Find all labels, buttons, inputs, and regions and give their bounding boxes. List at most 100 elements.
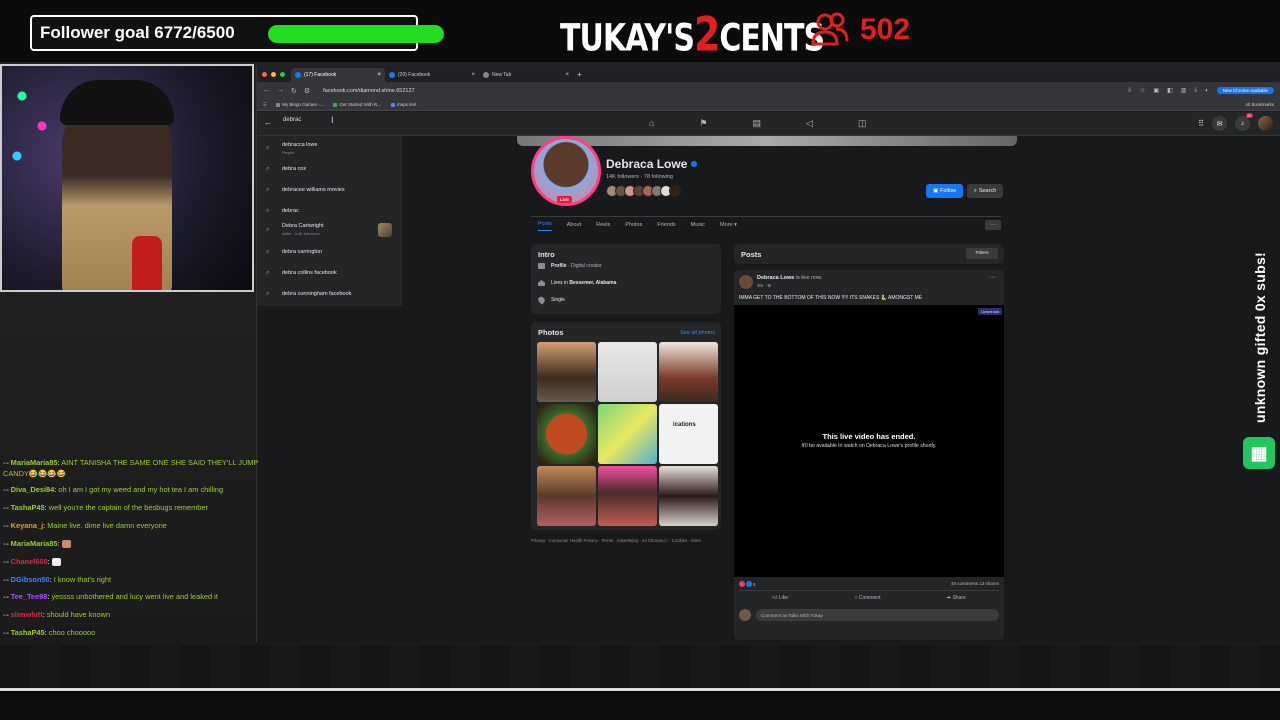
home-icon[interactable]: ⌂ <box>649 118 654 129</box>
chat-username[interactable]: MariaMaria85 <box>11 539 58 548</box>
photo-thumbnail[interactable] <box>598 404 657 464</box>
install-icon[interactable]: ⇩ <box>1127 87 1132 94</box>
url-input[interactable]: facebook.com/diamond.shine.652127 <box>323 88 414 94</box>
close-tab-icon[interactable]: × <box>471 72 475 78</box>
search-suggestion[interactable]: ⌕ debracca lowe People <box>257 141 402 155</box>
chat-message: ⊶ Tee_Tee98: yessss unbothered and lucy … <box>0 592 276 603</box>
profile-icon[interactable]: ◐ <box>1205 88 1209 94</box>
close-tab-icon[interactable]: × <box>377 72 381 78</box>
chat-username[interactable]: Tee_Tee98 <box>11 592 48 601</box>
profile-stats[interactable]: 14K followers · 78 following <box>606 174 673 180</box>
search-suggestion[interactable]: ⌕ debra carrington <box>257 246 402 258</box>
profile-options-button[interactable]: ··· <box>985 219 1001 230</box>
bookmark-item[interactable]: Get Started With R... <box>333 102 381 107</box>
photo-thumbnail[interactable] <box>537 404 596 464</box>
account-avatar[interactable] <box>1258 116 1273 131</box>
bookmark-item[interactable]: My Bingo Games -... <box>276 102 323 107</box>
photo-thumbnail[interactable] <box>659 466 718 526</box>
chat-username[interactable]: MariaMaria85 <box>11 458 58 467</box>
search-suggestion[interactable]: ⌕ Debra Cartwright Artist · 3.4K followe… <box>257 222 402 238</box>
photo-thumbnail[interactable] <box>598 466 657 526</box>
close-tab-icon[interactable]: × <box>565 72 569 78</box>
search-suggestion-text: debracca lowe <box>282 142 318 148</box>
photo-thumbnail[interactable] <box>537 342 596 402</box>
search-suggestion[interactable]: ⌕ debra cunningham facebook <box>257 288 402 300</box>
search-suggestion[interactable]: ⌕ debrac <box>257 205 402 217</box>
comment-button[interactable]: ○ Comment <box>854 595 880 601</box>
bookmark-item[interactable]: maps test <box>390 102 416 107</box>
extension-icon[interactable]: ▣ <box>1153 87 1159 94</box>
chat-username[interactable]: Keyana_j <box>11 521 43 530</box>
gaming-icon[interactable]: ◫ <box>858 118 867 129</box>
chat-username[interactable]: Chanel660 <box>11 557 48 566</box>
share-button[interactable]: ➦ Share <box>947 595 966 601</box>
extensions-puzzle-icon[interactable]: ◧ <box>1167 87 1173 94</box>
like-button[interactable]: 👍︎ Like <box>772 595 788 601</box>
post-author[interactable]: Debraca Lowe is live now. <box>757 275 822 281</box>
forward-arrow-icon[interactable]: → <box>277 87 284 94</box>
search-suggestion[interactable]: ⌕ debracee williams movies <box>257 184 402 196</box>
post-options-icon[interactable]: ··· <box>989 274 996 281</box>
see-all-photos-link[interactable]: See all photos <box>680 330 715 336</box>
friend-avatar[interactable] <box>669 185 681 197</box>
site-info-icon[interactable]: ⚙ <box>304 87 310 95</box>
apps-grid-icon[interactable]: ⠿ <box>263 102 266 108</box>
live-video-player[interactable]: Download This live video has ended. It'l… <box>734 305 1004 577</box>
chat-username[interactable]: slimwhitt <box>11 610 43 619</box>
logo-text-number: 2 <box>693 6 720 62</box>
tab-music[interactable]: Music <box>691 219 705 231</box>
back-arrow-icon[interactable]: ← <box>263 87 270 94</box>
search-suggestion[interactable]: ⌕ debra cox <box>257 163 402 175</box>
profile-search-button[interactable]: ⌕ Search <box>967 184 1003 198</box>
browser-tab[interactable]: New Tab × <box>479 68 573 82</box>
reload-icon[interactable]: ↻ <box>291 87 297 95</box>
tab-posts[interactable]: Posts <box>538 218 552 231</box>
update-chrome-button[interactable]: New Chrome available <box>1216 87 1274 94</box>
tab-reels[interactable]: Reels <box>596 219 610 231</box>
chat-username[interactable]: Diva_Desi84 <box>11 485 55 494</box>
tab-friends[interactable]: Friends <box>657 219 675 231</box>
photo-thumbnail[interactable] <box>598 342 657 402</box>
photo-thumbnail[interactable] <box>537 466 596 526</box>
tab-more[interactable]: More ▾ <box>720 219 737 231</box>
post-author-avatar[interactable] <box>739 275 753 289</box>
notifications-bell-icon[interactable]: ♪ 20 <box>1235 113 1253 131</box>
close-window-button[interactable] <box>262 71 267 77</box>
sidepanel-icon[interactable]: ▥ <box>1181 87 1187 94</box>
minimize-window-button[interactable] <box>271 71 276 77</box>
facebook-search-input[interactable]: debrac <box>283 117 301 123</box>
filters-button[interactable]: Filters <box>966 248 998 259</box>
download-icon[interactable]: ⤓ <box>1194 87 1197 94</box>
all-bookmarks-button[interactable]: All Bookmarks <box>1245 102 1274 107</box>
flag-pages-icon[interactable]: ⚑ <box>699 118 707 129</box>
marketplace-icon[interactable]: ▤ <box>753 118 762 129</box>
new-tab-button[interactable]: + <box>577 70 582 79</box>
comment-share-counts[interactable]: 49 comments 13 shares <box>951 581 999 586</box>
browser-tab[interactable]: (17) Facebook × <box>291 68 385 82</box>
chat-username[interactable]: TashaP45 <box>11 628 45 637</box>
menu-grid-icon[interactable]: ⠿ <box>1198 119 1204 128</box>
messenger-icon[interactable]: ✉ <box>1212 116 1227 131</box>
download-button[interactable]: Download <box>978 308 1002 315</box>
comment-input[interactable]: Comment as Talks With Tukay <box>756 609 999 621</box>
chat-username[interactable]: DGibson50 <box>11 575 50 584</box>
tab-photos[interactable]: Photos <box>625 219 642 231</box>
streamer-cap <box>60 80 174 125</box>
chat-username[interactable]: TashaP45 <box>11 503 45 512</box>
megaphone-ads-icon[interactable]: ◁ <box>806 118 813 129</box>
reaction-summary[interactable]: 8 <box>739 581 756 587</box>
follow-button[interactable]: ▣ Follow <box>926 184 963 198</box>
chat-message: ⊶ MariaMaria85: AINT TANISHA THE SAME ON… <box>0 458 276 478</box>
maximize-window-button[interactable] <box>280 71 285 77</box>
bookmark-star-icon[interactable]: ☆ <box>1140 87 1145 94</box>
cover-photo[interactable] <box>517 136 1017 146</box>
friend-avatars[interactable] <box>606 185 681 197</box>
browser-tab[interactable]: (20) Facebook × <box>385 68 479 82</box>
search-suggestion[interactable]: ⌕ debra collins facebook <box>257 267 402 279</box>
facebook-footer-links[interactable]: Privacy · Consumer Health Privacy · Term… <box>531 538 721 544</box>
photo-thumbnail[interactable] <box>659 342 718 402</box>
post-timestamp[interactable]: 3m · ⊕ <box>757 283 771 289</box>
search-back-arrow-icon[interactable]: ← <box>264 118 272 127</box>
tab-about[interactable]: About <box>567 219 581 231</box>
photo-thumbnail[interactable]: ications <box>659 404 718 464</box>
